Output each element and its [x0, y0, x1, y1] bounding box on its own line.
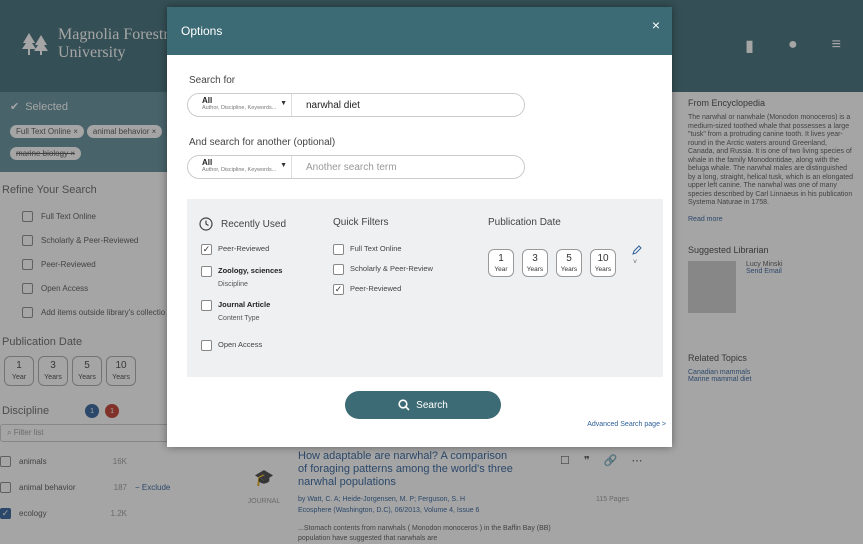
pubdate-label: Publication Date	[488, 217, 561, 228]
quick-filter[interactable]: ✓ Peer-Reviewed	[333, 283, 401, 295]
clock-icon	[199, 217, 213, 231]
checkbox[interactable]: ✓	[333, 284, 344, 295]
quick-filter[interactable]: Full Text Online	[333, 243, 402, 255]
checkbox[interactable]	[333, 244, 344, 255]
recent-filter-label: Journal Article	[218, 300, 271, 309]
search-for-label: Search for	[189, 75, 236, 86]
search-button[interactable]: Search	[345, 391, 501, 419]
quick-filter-label: Scholarly & Peer-Review	[350, 264, 433, 273]
quick-filter[interactable]: Scholarly & Peer-Review	[333, 263, 433, 275]
checkbox[interactable]	[201, 340, 212, 351]
year-button[interactable]: 3 Years	[522, 249, 548, 277]
search-icon	[398, 399, 410, 411]
checkbox[interactable]	[201, 300, 212, 311]
options-dialog: Options × Search for All Author, Discipli…	[167, 7, 672, 447]
recent-filter[interactable]: Journal Article Content Type	[201, 299, 270, 324]
chevron-down-icon: ▼	[280, 100, 287, 107]
recent-filter-text: Peer-Reviewed	[218, 243, 269, 254]
year-number: 3	[532, 253, 538, 264]
recent-filter-label: Open Access	[218, 340, 263, 349]
recent-filter-type: Content Type	[218, 315, 260, 322]
checkbox[interactable]	[201, 266, 212, 277]
chevron-down-icon: ▼	[280, 162, 287, 169]
recent-filter[interactable]: Zoology, sciences Discipline	[201, 265, 282, 290]
filter-panel: Recently Used Quick Filters Publication …	[187, 199, 663, 377]
quick-filter-label: Full Text Online	[350, 244, 402, 253]
quick-filter-label: Peer-Reviewed	[350, 284, 402, 293]
year-button[interactable]: 10 Years	[590, 249, 616, 277]
close-icon[interactable]: ×	[652, 17, 660, 33]
search-input[interactable]: narwhal diet	[292, 100, 360, 111]
year-unit: Years	[594, 266, 612, 273]
another-search-label: And search for another (optional)	[189, 137, 336, 148]
year-number: 5	[566, 253, 572, 264]
advanced-search-link[interactable]: Advanced Search page >	[587, 421, 666, 428]
another-search-field: All Author, Discipline, Keywords... ▼ Anot…	[187, 155, 525, 179]
recent-filter-type: Discipline	[218, 281, 248, 288]
year-unit: Years	[560, 266, 578, 273]
search-scope-select[interactable]: All Author, Discipline, Keywords... ▼	[188, 94, 292, 116]
checkbox[interactable]	[333, 264, 344, 275]
year-unit: Years	[526, 266, 544, 273]
another-search-input[interactable]: Another search term	[292, 162, 397, 173]
recent-filter-text: Open Access	[218, 339, 262, 350]
recent-filter[interactable]: Open Access	[201, 339, 262, 351]
dialog-header: Options ×	[167, 7, 672, 55]
year-button[interactable]: 1 Year	[488, 249, 514, 277]
recently-used-label: Recently Used	[221, 218, 287, 230]
search-field: All Author, Discipline, Keywords... ▼ narw…	[187, 93, 525, 117]
another-scope-select[interactable]: All Author, Discipline, Keywords... ▼	[188, 156, 292, 178]
chevron-down-icon[interactable]: ˅	[633, 259, 637, 266]
recent-filter-text: Journal Article Content Type	[218, 299, 270, 324]
quick-filters-label: Quick Filters	[333, 217, 389, 228]
year-number: 1	[498, 253, 504, 264]
recent-filter[interactable]: ✓ Peer-Reviewed	[201, 243, 269, 255]
year-button[interactable]: 5 Years	[556, 249, 582, 277]
recent-filter-label: Peer-Reviewed	[218, 244, 270, 253]
year-unit: Year	[494, 266, 508, 273]
dialog-title: Options	[181, 24, 223, 38]
recent-filter-text: Zoology, sciences Discipline	[218, 265, 282, 290]
pencil-icon[interactable]	[632, 245, 642, 255]
year-number: 10	[597, 253, 609, 264]
checkbox[interactable]: ✓	[201, 244, 212, 255]
recent-filter-label: Zoology, sciences	[218, 266, 283, 275]
